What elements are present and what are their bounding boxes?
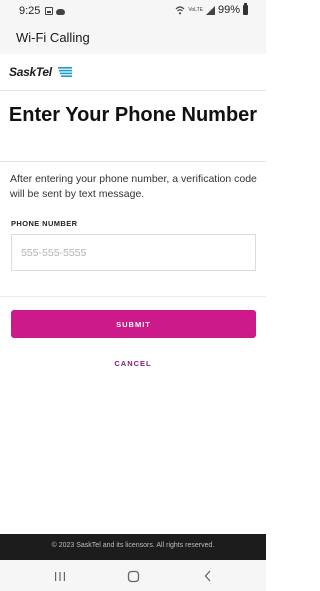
phone-number-label: PHONE NUMBER xyxy=(11,219,78,228)
wifi-calling-icon xyxy=(175,5,185,14)
app-title: Wi-Fi Calling xyxy=(16,30,90,45)
signal-icon xyxy=(205,5,215,15)
home-button[interactable] xyxy=(126,569,140,583)
app-bar: Wi-Fi Calling xyxy=(0,24,266,54)
footer: © 2023 SaskTel and its licensors. All ri… xyxy=(0,534,266,560)
back-button[interactable] xyxy=(201,569,215,583)
battery-icon xyxy=(243,3,248,15)
system-nav-bar xyxy=(0,560,266,591)
divider xyxy=(0,161,266,162)
gallery-notification-icon xyxy=(45,7,53,15)
recent-apps-button[interactable] xyxy=(53,569,67,583)
status-bar: 9:25 VoLTE 99% xyxy=(0,0,266,24)
instructions-text: After entering your phone number, a veri… xyxy=(10,173,257,200)
cancel-link[interactable]: CANCEL xyxy=(0,359,266,368)
divider xyxy=(0,296,266,297)
copyright-text: © 2023 SaskTel and its licensors. All ri… xyxy=(51,542,215,549)
status-right-group: VoLTE 99% xyxy=(175,3,248,16)
recent-apps-icon xyxy=(55,571,65,581)
sasktel-logo-icon xyxy=(58,67,72,77)
brand-header: SaskTel xyxy=(0,54,266,91)
battery-percent: 99% xyxy=(217,4,240,16)
status-time: 9:25 xyxy=(19,5,41,17)
phone-number-input[interactable] xyxy=(11,234,256,271)
page-title: Enter Your Phone Number xyxy=(8,104,258,126)
home-icon xyxy=(127,570,139,582)
cloud-notification-icon xyxy=(56,8,65,15)
submit-button[interactable]: SUBMIT xyxy=(11,310,256,338)
sasktel-logo-text: SaskTel xyxy=(9,65,52,79)
volte-label: VoLTE xyxy=(188,6,203,13)
notification-icons xyxy=(45,7,65,15)
back-icon xyxy=(204,570,211,582)
